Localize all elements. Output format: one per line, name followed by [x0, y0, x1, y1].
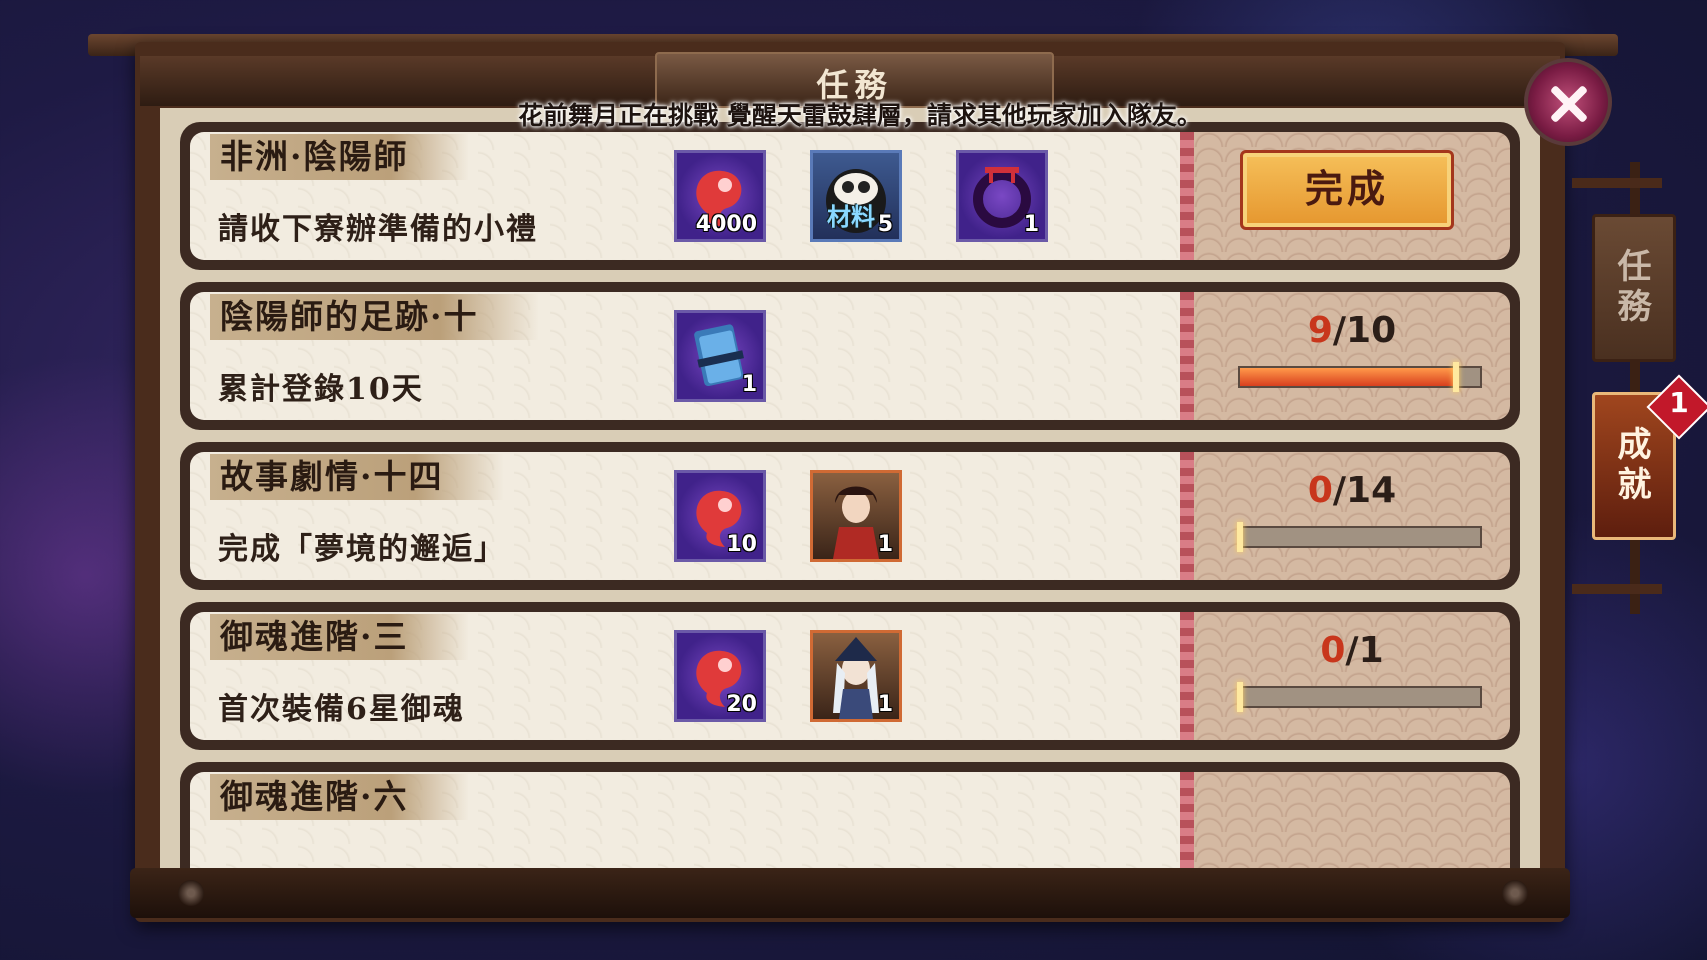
quest-divider [1180, 452, 1194, 580]
quest-divider [1180, 772, 1194, 870]
reward-item[interactable]: 1 [810, 470, 902, 562]
progress-tip [1237, 522, 1243, 552]
quest-divider [1180, 292, 1194, 420]
frame-bolt [1502, 880, 1528, 906]
progress-bar [1238, 362, 1482, 392]
reward-count: 4000 [695, 212, 757, 237]
reward-item[interactable]: 10 [674, 470, 766, 562]
reward-count: 1 [877, 692, 893, 717]
reward-item[interactable]: 20 [674, 630, 766, 722]
quest-title: 陰陽師的足跡·十 [210, 294, 539, 340]
quest-row: 御魂進階·六 [180, 762, 1520, 870]
progress-text: 9/10 [1307, 310, 1397, 351]
frame-bottom-rail [130, 868, 1570, 918]
quest-row: 非洲·陰陽師 請收下寮辦準備的小禮 4000 材料 5 1 完成 [180, 122, 1520, 270]
reward-label: 材料 [827, 202, 875, 231]
reward-item[interactable]: 1 [674, 310, 766, 402]
progress-current: 0 [1307, 470, 1333, 511]
quest-list[interactable]: 非洲·陰陽師 請收下寮辦準備的小禮 4000 材料 5 1 完成 陰陽師的足跡·… [160, 108, 1540, 870]
reward-item[interactable]: 1 [810, 630, 902, 722]
reward-count: 20 [726, 692, 757, 717]
reward-count: 1 [1023, 212, 1039, 237]
quest-description: 完成「夢境的邂逅」 [218, 532, 506, 567]
progress-current: 0 [1320, 630, 1346, 671]
quest-row: 故事劇情·十四 完成「夢境的邂逅」 10 1 0/14 [180, 442, 1520, 590]
quest-divider [1180, 132, 1194, 260]
quest-title: 御魂進階·三 [210, 614, 469, 660]
complete-button[interactable]: 完成 [1240, 150, 1454, 230]
progress-total: 14 [1346, 470, 1397, 511]
quest-description: 累計登錄10天 [218, 372, 424, 407]
progress-bar [1237, 522, 1482, 552]
progress-total: 10 [1346, 310, 1397, 351]
side-tab-beam [1572, 178, 1662, 188]
frame-bolt [178, 880, 204, 906]
quest-title: 非洲·陰陽師 [210, 134, 469, 180]
quest-divider [1180, 612, 1194, 740]
system-notice: 花前舞月正在挑戰 覺醒天雷鼓肆層，請求其他玩家加入隊友。 [518, 101, 1202, 130]
quest-description: 請收下寮辦準備的小禮 [218, 212, 538, 247]
reward-count: 10 [726, 532, 757, 557]
reward-count: 5 [877, 212, 893, 237]
reward-count: 1 [877, 532, 893, 557]
quest-row: 陰陽師的足跡·十 累計登錄10天 1 9/10 [180, 282, 1520, 430]
quest-title: 故事劇情·十四 [210, 454, 504, 500]
progress-tip [1453, 362, 1459, 392]
progress-current: 9 [1307, 310, 1333, 351]
reward-item[interactable]: 4000 [674, 150, 766, 242]
tab-tasks[interactable]: 任務 [1592, 214, 1676, 362]
reward-item[interactable]: 材料 5 [810, 150, 902, 242]
reward-item[interactable]: 1 [956, 150, 1048, 242]
progress-tip [1237, 682, 1243, 712]
notification-badge-count: 1 [1669, 386, 1689, 419]
progress-bar [1237, 682, 1482, 712]
side-tab-beam [1572, 584, 1662, 594]
quest-status-area [1194, 772, 1510, 870]
quest-title: 御魂進階·六 [210, 774, 469, 820]
quest-description: 首次裝備6星御魂 [218, 692, 465, 727]
progress-text: 0/1 [1320, 630, 1384, 671]
quest-row: 御魂進階·三 首次裝備6星御魂 20 1 0/1 [180, 602, 1520, 750]
progress-text: 0/14 [1307, 470, 1397, 511]
reward-count: 1 [741, 372, 757, 397]
progress-total: 1 [1358, 630, 1384, 671]
close-button[interactable] [1524, 58, 1612, 146]
progress-fill [1240, 368, 1456, 386]
